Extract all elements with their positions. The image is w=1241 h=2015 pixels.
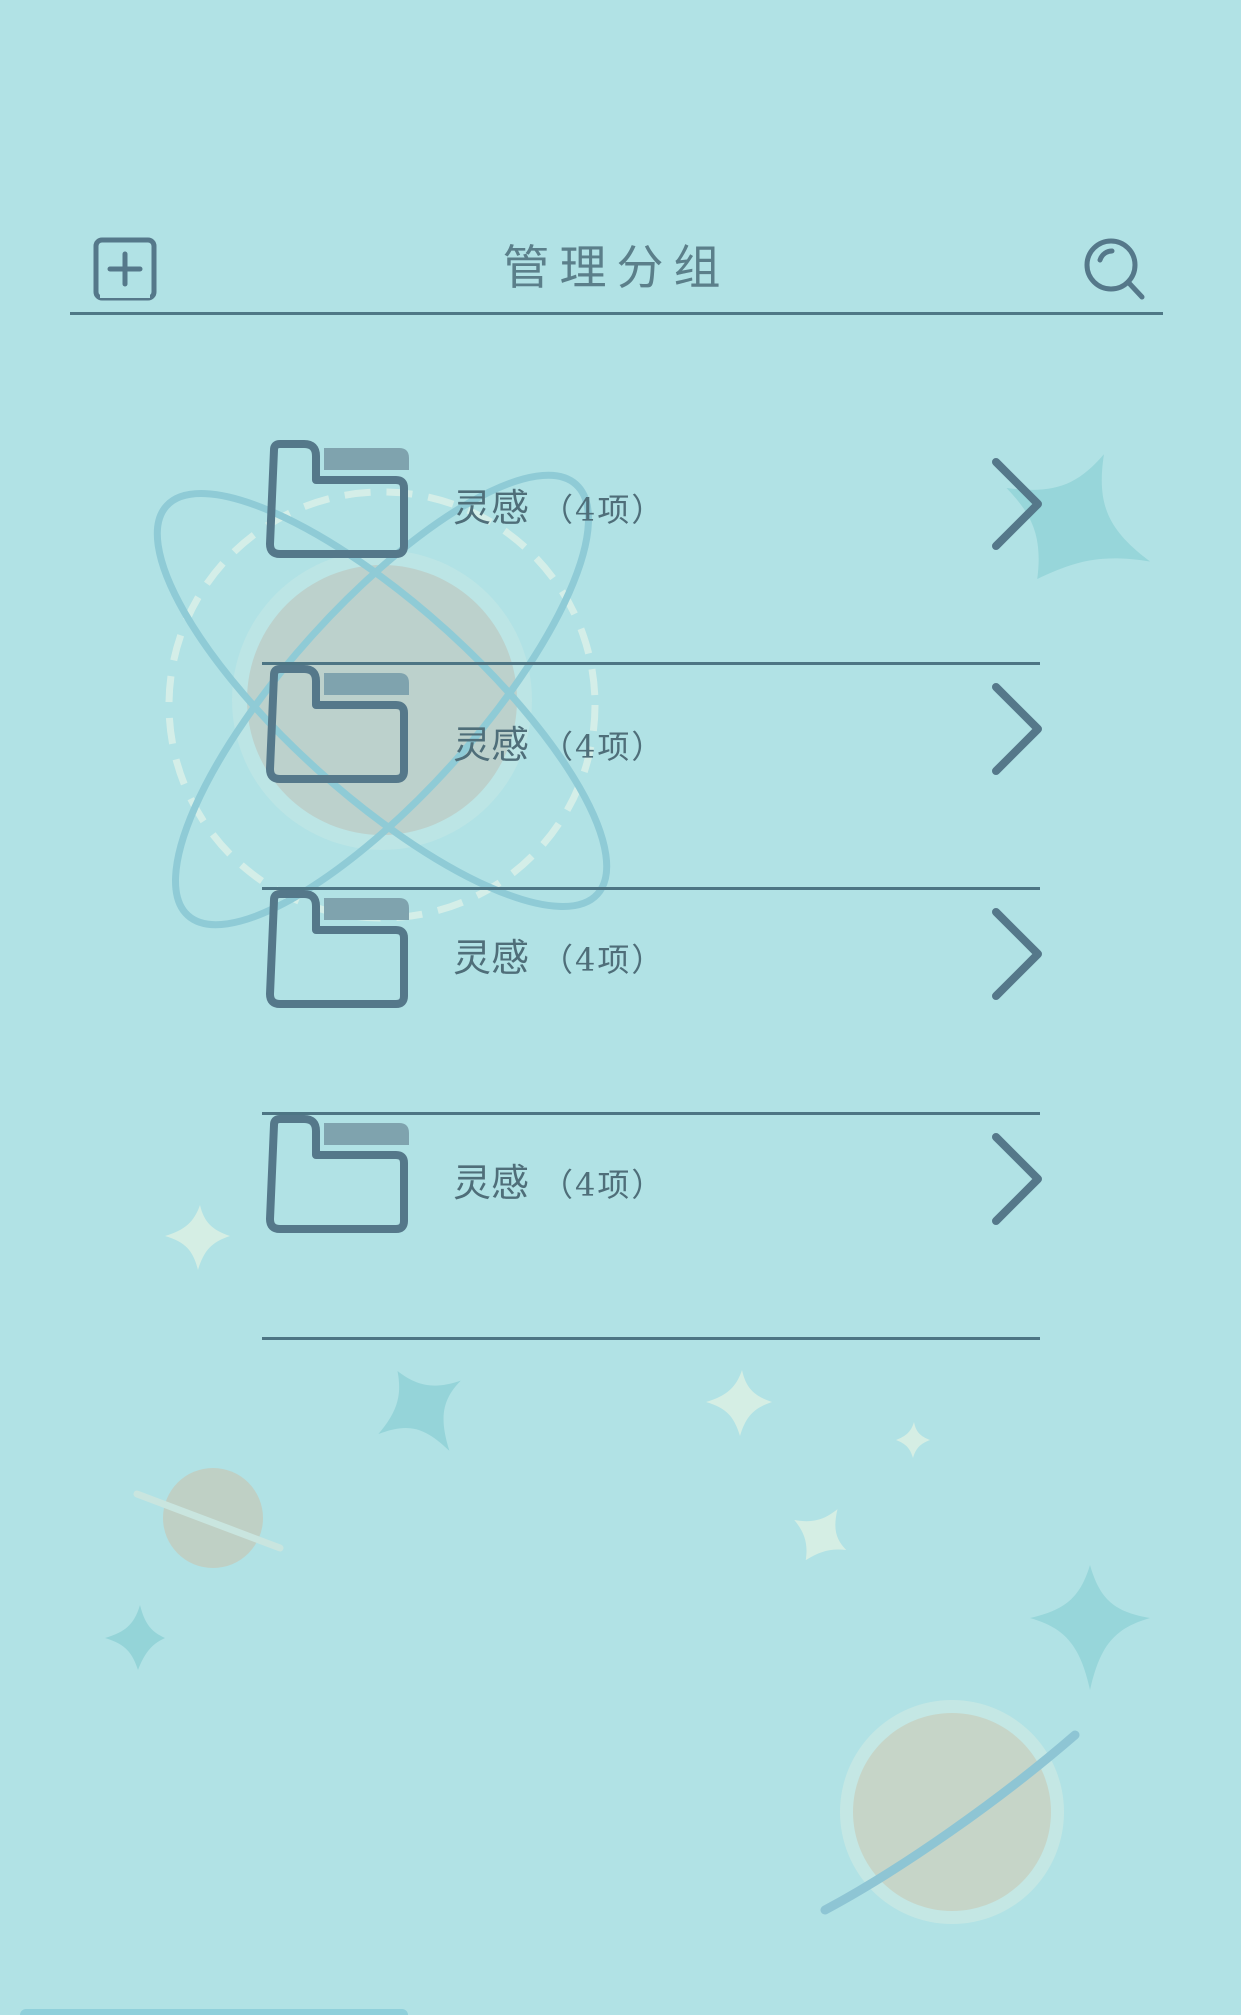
group-label: 灵感 （4项） bbox=[453, 934, 665, 984]
row-divider bbox=[262, 1337, 1040, 1340]
folder-icon bbox=[266, 665, 409, 783]
chevron-right-icon[interactable] bbox=[988, 679, 1044, 779]
group-row[interactable]: 灵感 （4项） bbox=[262, 440, 1042, 665]
group-name: 灵感 bbox=[453, 1161, 530, 1205]
group-list: 灵感 （4项） 灵感 （4项） 灵感 （4项） 灵感 （4项） bbox=[262, 440, 1042, 1340]
star-decoration bbox=[896, 1422, 930, 1458]
star-decoration bbox=[105, 1605, 165, 1670]
group-count: （4项） bbox=[541, 728, 666, 766]
folder-icon bbox=[266, 440, 409, 558]
ringed-planet-decoration bbox=[820, 1700, 1080, 1924]
group-row[interactable]: 灵感 （4项） bbox=[262, 665, 1042, 890]
bottom-tab-indicator bbox=[20, 2009, 408, 2015]
folder-icon bbox=[266, 890, 409, 1008]
group-label: 灵感 （4项） bbox=[453, 1159, 665, 1209]
group-count: （4项） bbox=[541, 1166, 666, 1204]
page-title: 管理分组 bbox=[502, 241, 731, 296]
group-row[interactable]: 灵感 （4项） bbox=[262, 1115, 1042, 1340]
star-decoration bbox=[706, 1370, 772, 1436]
chevron-right-icon[interactable] bbox=[988, 1129, 1044, 1229]
group-count: （4项） bbox=[541, 491, 666, 529]
group-label: 灵感 （4项） bbox=[453, 721, 665, 771]
small-planet-decoration bbox=[133, 1468, 284, 1568]
group-name: 灵感 bbox=[453, 486, 530, 530]
star-decoration bbox=[378, 1371, 461, 1451]
chevron-right-icon[interactable] bbox=[988, 904, 1044, 1004]
star-decoration bbox=[1030, 1565, 1150, 1690]
group-label: 灵感 （4项） bbox=[453, 484, 665, 534]
group-name: 灵感 bbox=[453, 936, 530, 980]
header-divider bbox=[70, 312, 1163, 315]
search-icon bbox=[1084, 238, 1145, 300]
group-name: 灵感 bbox=[453, 723, 530, 767]
group-row[interactable]: 灵感 （4项） bbox=[262, 890, 1042, 1115]
header-bar: 管理分组 bbox=[70, 230, 1163, 315]
star-decoration bbox=[165, 1205, 230, 1270]
group-count: （4项） bbox=[541, 941, 666, 979]
star-decoration bbox=[794, 1509, 847, 1561]
search-button[interactable] bbox=[1080, 235, 1150, 305]
chevron-right-icon[interactable] bbox=[988, 454, 1044, 554]
folder-icon bbox=[266, 1115, 409, 1233]
